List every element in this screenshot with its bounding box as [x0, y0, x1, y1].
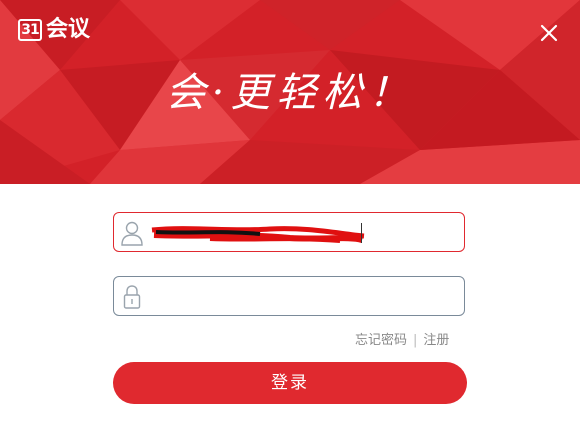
header-banner: 31 会议 会·更轻松！: [0, 0, 580, 184]
password-input[interactable]: [152, 285, 452, 307]
close-button[interactable]: [534, 18, 564, 48]
username-field[interactable]: [113, 212, 465, 252]
lock-icon: [123, 285, 141, 309]
slogan: 会·更轻松！: [165, 70, 415, 116]
text-caret: [361, 223, 362, 243]
register-link[interactable]: 注册: [423, 333, 449, 348]
close-icon: [540, 24, 558, 42]
forgot-password-link[interactable]: 忘记密码: [355, 333, 407, 348]
link-separator: |: [413, 333, 418, 348]
user-icon: [121, 221, 143, 246]
app-logo: 31 会议: [18, 16, 90, 44]
logo-mark: 31: [18, 19, 42, 41]
password-field[interactable]: [113, 276, 465, 316]
redaction-scribble: [151, 226, 365, 243]
account-links: 忘记密码 | 注册: [355, 329, 449, 348]
login-button[interactable]: 登录: [113, 362, 467, 404]
logo-text: 会议: [46, 17, 91, 42]
login-window: 31 会议 会·更轻松！ 忘记密码 | 注册 登录: [0, 0, 580, 448]
